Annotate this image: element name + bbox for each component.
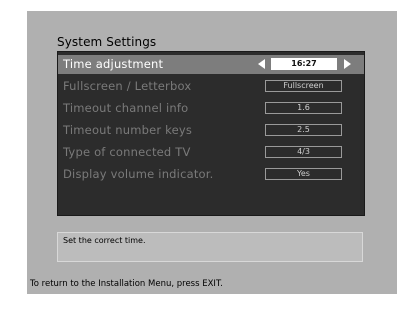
settings-row-tv-type[interactable]: Type of connected TV 4/3: [58, 143, 364, 162]
page-title: System Settings: [57, 35, 157, 49]
settings-row-value[interactable]: 2.5: [265, 124, 342, 136]
settings-row-value[interactable]: Fullscreen: [265, 80, 342, 92]
settings-row-label: Type of connected TV: [63, 145, 191, 159]
settings-row-value[interactable]: Yes: [265, 168, 342, 180]
settings-row-fullscreen-letterbox[interactable]: Fullscreen / Letterbox Fullscreen: [58, 77, 364, 96]
right-arrow-icon[interactable]: [344, 59, 351, 69]
help-box: Set the correct time.: [57, 232, 363, 262]
settings-row-value[interactable]: 4/3: [265, 146, 342, 158]
settings-row-label: Timeout channel info: [63, 101, 189, 115]
settings-panel: Time adjustment 16:27 Fullscreen / Lette…: [57, 51, 365, 216]
tv-screen: System Settings Time adjustment 16:27 Fu…: [27, 11, 397, 294]
settings-row-value[interactable]: 1.6: [265, 102, 342, 114]
settings-row-volume-indicator[interactable]: Display volume indicator. Yes: [58, 165, 364, 184]
footer-instruction: To return to the Installation Menu, pres…: [30, 279, 223, 289]
settings-row-timeout-number-keys[interactable]: Timeout number keys 2.5: [58, 121, 364, 140]
help-text: Set the correct time.: [63, 236, 146, 245]
settings-row-label: Fullscreen / Letterbox: [63, 79, 192, 93]
settings-row-time-adjustment[interactable]: Time adjustment 16:27: [58, 55, 364, 74]
settings-row-value[interactable]: 16:27: [271, 58, 337, 70]
settings-row-label: Time adjustment: [63, 57, 164, 71]
left-arrow-icon[interactable]: [258, 59, 265, 69]
settings-row-label: Timeout number keys: [63, 123, 193, 137]
settings-row-label: Display volume indicator.: [63, 167, 214, 181]
settings-row-timeout-channel-info[interactable]: Timeout channel info 1.6: [58, 99, 364, 118]
